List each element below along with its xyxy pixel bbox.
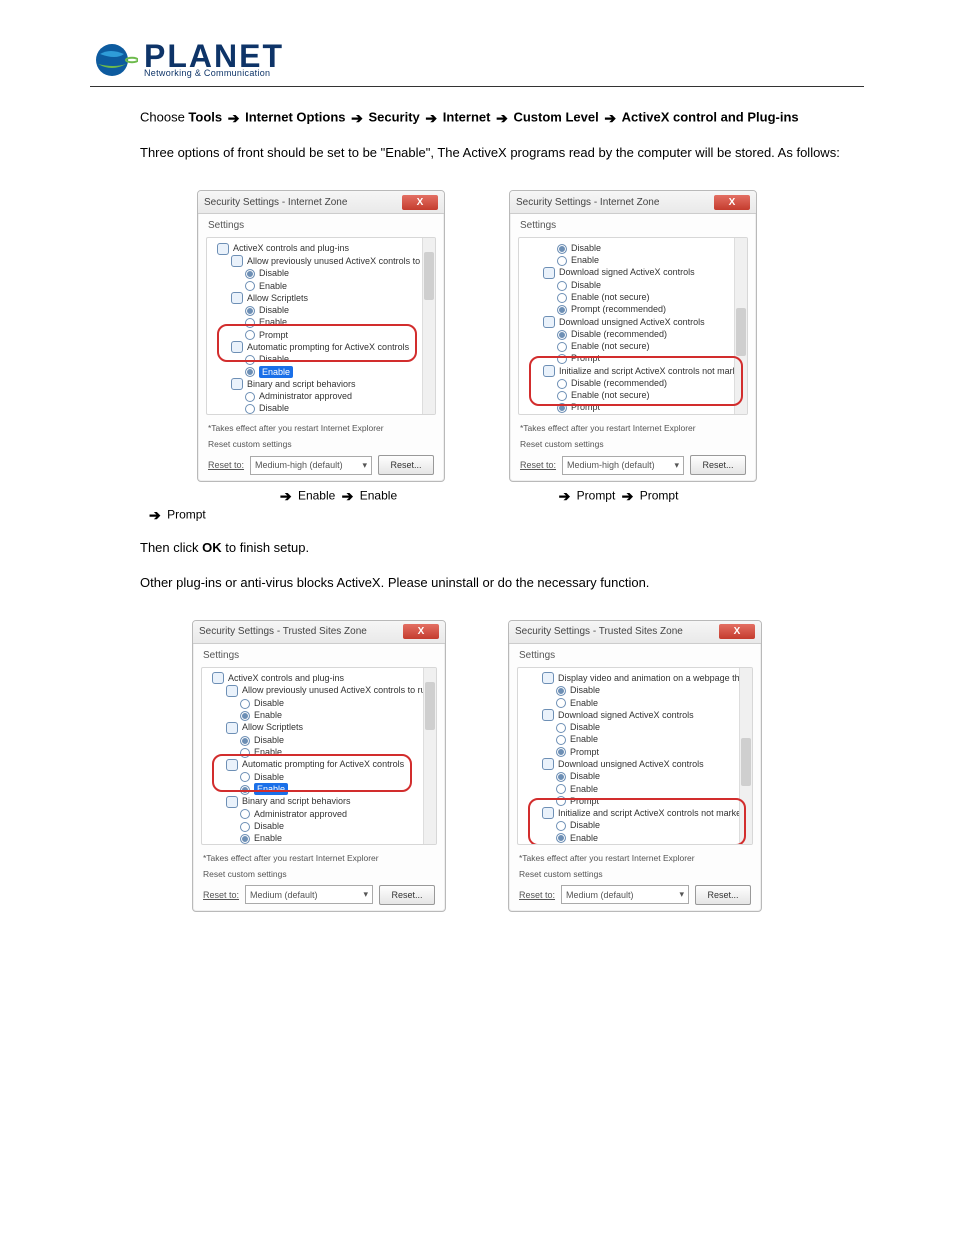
close-icon[interactable]: X — [719, 624, 755, 639]
brand-wordmark: PLANET — [144, 42, 284, 71]
txt-custom-level: Custom Level — [513, 110, 598, 125]
settings-label: Settings — [198, 214, 444, 235]
dialog-trusted-zone-a: Security Settings - Trusted Sites Zone X… — [192, 620, 446, 912]
dialog-title: Security Settings - Internet Zone — [516, 197, 659, 208]
txt-tools: Tools — [188, 110, 222, 125]
reset-to-label: Reset to: — [208, 460, 244, 470]
settings-label: Settings — [193, 644, 445, 665]
reset-to-label: Reset to: — [519, 890, 555, 900]
reset-combo[interactable]: Medium (default)▾ — [561, 885, 689, 904]
settings-label: Settings — [509, 644, 761, 665]
txt-security: Security — [368, 110, 419, 125]
caption-row-1-cont: ➔ Prompt — [146, 507, 864, 524]
reset-button[interactable]: Reset... — [695, 885, 751, 905]
reset-button[interactable]: Reset... — [378, 455, 434, 475]
txt-internet: Internet — [443, 110, 491, 125]
arrow-icon: ➔ — [622, 488, 634, 504]
settings-tree: ActiveX controls and plug-ins Allow prev… — [206, 237, 436, 415]
reset-section-label: Reset custom settings — [510, 439, 756, 455]
settings-label: Settings — [510, 214, 756, 235]
mid-text-1: Then click OK to finish setup. — [140, 538, 864, 559]
close-icon[interactable]: X — [403, 624, 439, 639]
dialog-trusted-zone-b: Security Settings - Trusted Sites Zone X… — [508, 620, 762, 912]
arrow-icon: ➔ — [149, 507, 161, 523]
dialog-footnote: *Takes effect after you restart Internet… — [193, 851, 445, 869]
caption-row-1: ➔ Enable ➔ Enable ➔ Prompt ➔ Prompt — [197, 488, 757, 505]
close-icon[interactable]: X — [402, 195, 438, 210]
txt-activex-section: ActiveX control and Plug-ins — [622, 110, 799, 125]
reset-section-label: Reset custom settings — [198, 439, 444, 455]
reset-to-label: Reset to: — [520, 460, 556, 470]
reset-combo[interactable]: Medium-high (default)▾ — [562, 456, 684, 475]
screenshot-row-2: Security Settings - Trusted Sites Zone X… — [192, 620, 762, 912]
dialog-footnote: *Takes effect after you restart Internet… — [509, 851, 761, 869]
settings-tree: Disable Enable Download signed ActiveX c… — [518, 237, 748, 415]
dialog-title: Security Settings - Trusted Sites Zone — [515, 626, 683, 637]
scrollbar[interactable] — [423, 668, 436, 844]
mid-text-2: Other plug-ins or anti-virus blocks Acti… — [140, 573, 864, 594]
dialog-internet-zone-a: Security Settings - Internet Zone X Sett… — [197, 190, 445, 482]
reset-section-label: Reset custom settings — [509, 869, 761, 885]
dialog-title: Security Settings - Internet Zone — [204, 197, 347, 208]
arrow-icon: ➔ — [559, 488, 571, 504]
reset-button[interactable]: Reset... — [379, 885, 435, 905]
dialog-footnote: *Takes effect after you restart Internet… — [198, 421, 444, 439]
reset-button[interactable]: Reset... — [690, 455, 746, 475]
txt: Choose — [140, 110, 188, 125]
arrow-icon: ➔ — [226, 110, 242, 126]
arrow-icon: ➔ — [280, 488, 292, 504]
reset-combo[interactable]: Medium (default)▾ — [245, 885, 373, 904]
arrow-icon: ➔ — [423, 110, 439, 126]
dialog-internet-zone-b: Security Settings - Internet Zone X Sett… — [509, 190, 757, 482]
txt-internet-options: Internet Options — [245, 110, 345, 125]
scrollbar[interactable] — [734, 238, 747, 414]
brand-tagline: Networking & Communication — [144, 68, 284, 78]
dialog-title: Security Settings - Trusted Sites Zone — [199, 626, 367, 637]
dialog-footnote: *Takes effect after you restart Internet… — [510, 421, 756, 439]
arrow-icon: ➔ — [342, 488, 354, 504]
arrow-icon: ➔ — [602, 110, 618, 126]
brand-logo-block: PLANET Networking & Communication — [90, 40, 864, 80]
intro-text-2: Three options of front should be set to … — [140, 143, 864, 164]
settings-tree: ActiveX controls and plug-ins Allow prev… — [201, 667, 437, 845]
reset-to-label: Reset to: — [203, 890, 239, 900]
scrollbar[interactable] — [422, 238, 435, 414]
globe-icon — [90, 40, 138, 80]
intro-text-1: Choose Tools ➔ Internet Options ➔ Securi… — [140, 107, 864, 129]
settings-tree: Display video and animation on a webpage… — [517, 667, 753, 845]
scrollbar[interactable] — [739, 668, 752, 844]
arrow-icon: ➔ — [494, 110, 510, 126]
arrow-icon: ➔ — [349, 110, 365, 126]
close-icon[interactable]: X — [714, 195, 750, 210]
reset-combo[interactable]: Medium-high (default)▾ — [250, 456, 372, 475]
reset-section-label: Reset custom settings — [193, 869, 445, 885]
header-divider — [90, 86, 864, 87]
screenshot-row-1: Security Settings - Internet Zone X Sett… — [197, 190, 757, 482]
